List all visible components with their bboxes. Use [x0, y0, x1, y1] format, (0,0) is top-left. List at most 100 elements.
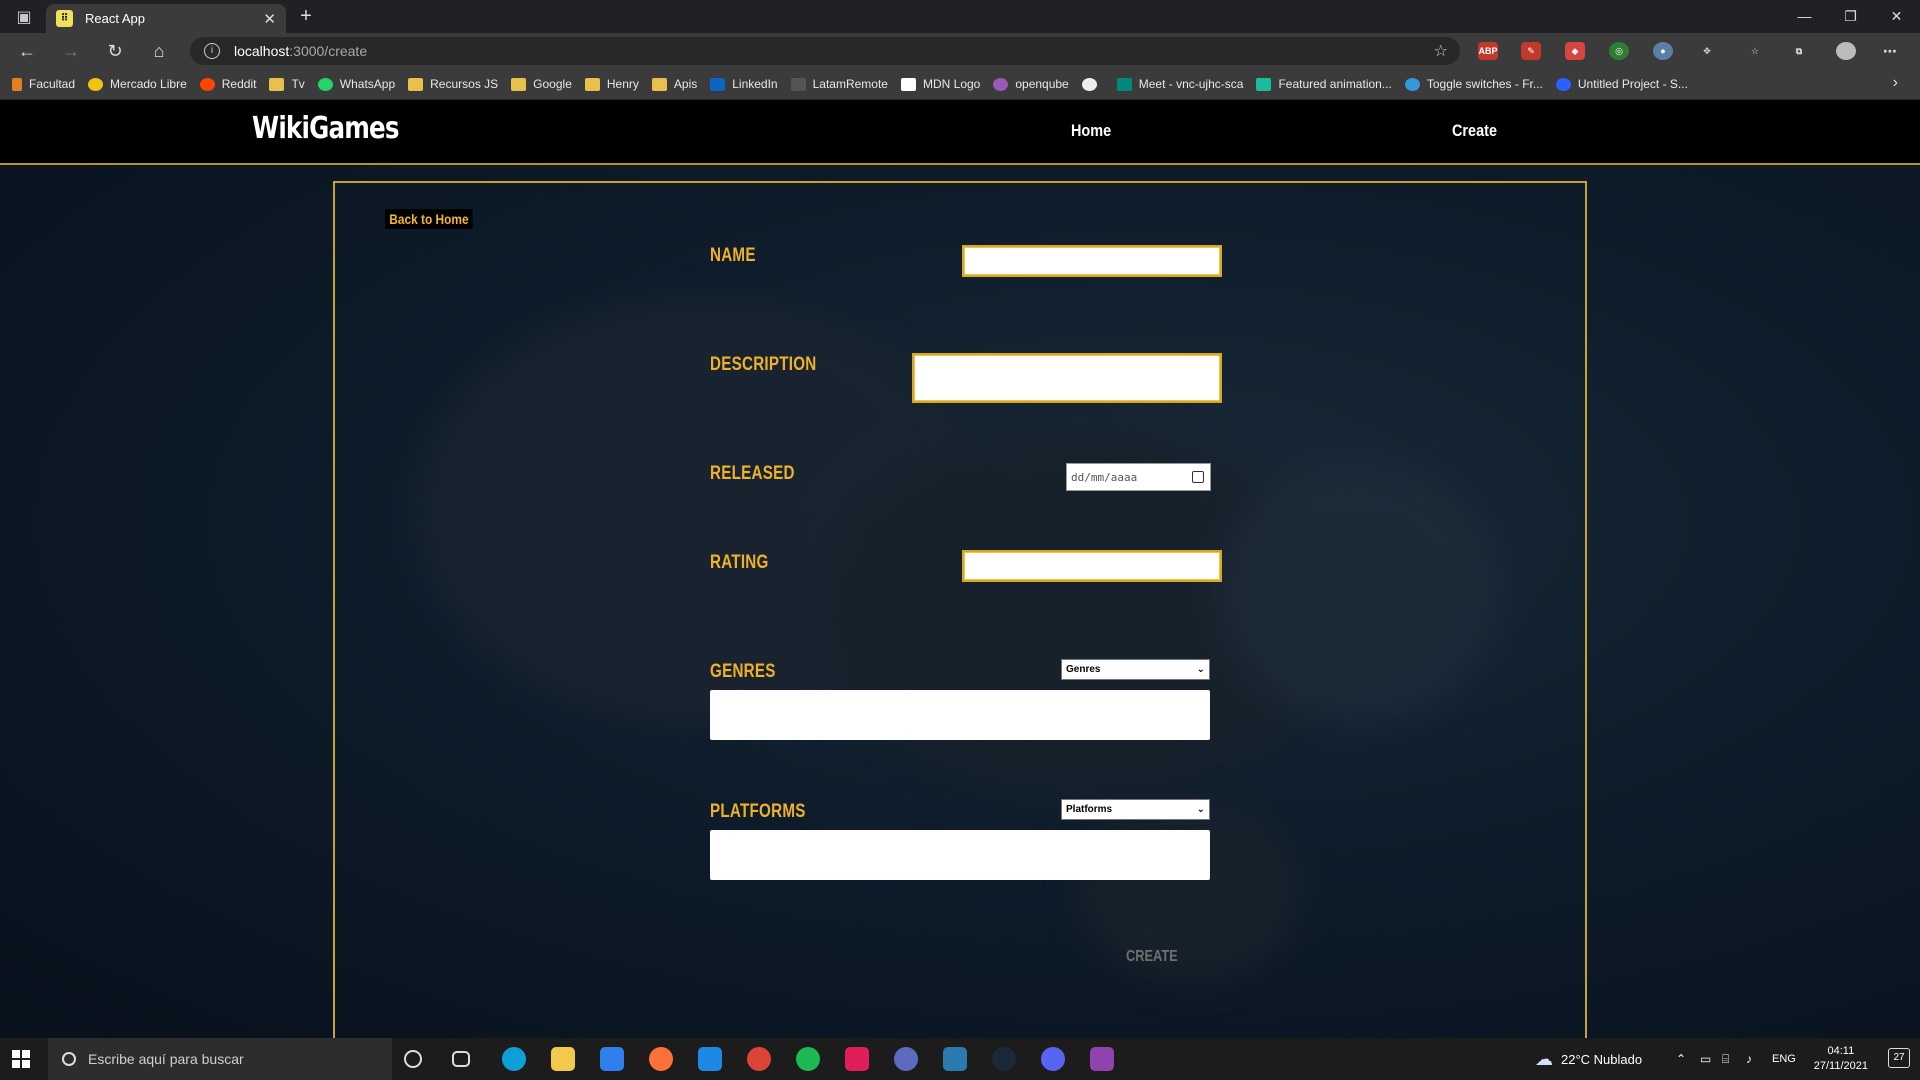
bookmark-github[interactable] [1081, 77, 1104, 91]
favorites-icon[interactable]: ☆ [1745, 42, 1765, 60]
back-to-home-button[interactable]: Back to Home [385, 209, 473, 229]
forward-arrow-icon[interactable]: → [58, 39, 84, 63]
system-clock[interactable]: 04:11 27/11/2021 [1814, 1044, 1868, 1074]
tray-overflow-icon[interactable]: ⌃ [1676, 1038, 1686, 1080]
slack-icon[interactable] [845, 1047, 869, 1071]
bookmark-whatsapp[interactable]: WhatsApp [317, 77, 395, 91]
bookmark-apis[interactable]: Apis [651, 77, 697, 91]
address-bar[interactable]: i localhost :3000/create ☆ [190, 37, 1460, 65]
mail-icon[interactable] [600, 1047, 624, 1071]
close-window-icon[interactable]: ✕ [1874, 0, 1919, 33]
url-path: :3000/create [289, 43, 368, 59]
chevron-right-icon[interactable]: › [1893, 74, 1898, 92]
clock-date: 27/11/2021 [1813, 1060, 1868, 1072]
released-label: RELEASED [710, 463, 795, 484]
extension-icon[interactable]: ● [1653, 42, 1673, 60]
site-info-icon[interactable]: i [204, 43, 220, 59]
windows-start-icon[interactable] [12, 1050, 30, 1068]
tab-actions-icon[interactable]: ▣ [14, 8, 34, 26]
back-arrow-icon[interactable]: ← [14, 39, 40, 63]
firefox-icon[interactable] [649, 1047, 673, 1071]
cloud-icon: ☁ [1535, 1048, 1553, 1069]
restore-icon[interactable]: ❐ [1828, 0, 1873, 33]
clock-time: 04:11 [1827, 1045, 1855, 1057]
volume-icon[interactable]: ♪ [1746, 1038, 1752, 1080]
spotify-icon[interactable] [796, 1047, 820, 1071]
react-app-favicon-icon: ⠿ [56, 10, 73, 27]
weather-widget[interactable]: ☁ 22°C Nublado [1535, 1038, 1642, 1080]
task-view-icon[interactable] [452, 1051, 470, 1067]
bookmarks-bar: Facultad Mercado Libre Reddit Tv WhatsAp… [0, 69, 1920, 100]
cortana-icon[interactable] [404, 1050, 422, 1068]
linkedin-icon [710, 77, 726, 91]
description-label: DESCRIPTION [710, 354, 817, 375]
bookmark-toggle-switches[interactable]: Toggle switches - Fr... [1404, 77, 1543, 91]
released-date-input[interactable]: dd/mm/aaaa [1066, 463, 1211, 491]
extension-icon[interactable]: ◎ [1609, 42, 1629, 60]
nav-home-link[interactable]: Home [1071, 121, 1111, 141]
language-indicator[interactable]: ENG [1772, 1038, 1796, 1080]
collections-icon[interactable]: ⧉ [1789, 42, 1809, 60]
add-favorite-icon[interactable]: ☆ [1434, 41, 1448, 61]
app-icon[interactable] [894, 1047, 918, 1071]
bookmark-untitled-project[interactable]: Untitled Project - S... [1555, 77, 1688, 91]
genres-select[interactable]: Genres ⌄ [1061, 659, 1210, 680]
bookmark-recursos-js[interactable]: Recursos JS [408, 77, 498, 91]
bookmark-linkedin[interactable]: LinkedIn [710, 77, 778, 91]
bookmark-reddit[interactable]: Reddit [199, 77, 256, 91]
platforms-select-value: Platforms [1066, 804, 1113, 815]
toggle-icon [1404, 77, 1420, 91]
bookmark-facultad[interactable]: Facultad [12, 77, 75, 91]
discord-icon[interactable] [1041, 1047, 1065, 1071]
facultad-icon [12, 77, 22, 91]
extension-icon[interactable]: ✎ [1521, 42, 1541, 60]
edge-icon[interactable] [502, 1047, 526, 1071]
create-form-container: Back to Home NAME DESCRIPTION RELEASED d… [333, 181, 1587, 1038]
extension-icon[interactable]: ◆ [1565, 42, 1585, 60]
bookmark-meet[interactable]: Meet - vnc-ujhc-sca [1116, 77, 1243, 91]
more-menu-icon[interactable]: ⋯ [1880, 42, 1900, 60]
folder-icon [584, 77, 600, 91]
adblock-extension-icon[interactable]: ABP [1478, 42, 1498, 60]
selected-genres-box [710, 690, 1210, 740]
minimize-icon[interactable]: — [1782, 0, 1827, 33]
tab-react-app[interactable]: ⠿ React App ✕ [46, 4, 286, 33]
mercado-libre-icon [88, 77, 104, 91]
chrome-icon[interactable] [747, 1047, 771, 1071]
bookmark-featured-animation[interactable]: Featured animation... [1256, 77, 1392, 91]
network-icon[interactable]: ▭ [1700, 1038, 1711, 1080]
search-placeholder: Escribe aquí para buscar [88, 1051, 244, 1067]
bookmark-mdn-logo[interactable]: MDN Logo [900, 77, 980, 91]
nav-create-link[interactable]: Create [1452, 121, 1497, 141]
brand-logo[interactable]: WikiGames [252, 111, 400, 146]
refresh-icon[interactable]: ↻ [102, 39, 128, 63]
calendar-icon[interactable] [1192, 471, 1204, 483]
platforms-select[interactable]: Platforms ⌄ [1061, 799, 1210, 820]
name-input[interactable] [962, 245, 1222, 277]
home-icon[interactable]: ⌂ [146, 39, 172, 63]
wifi-icon[interactable]: ⌸ [1722, 1038, 1729, 1080]
vscode-icon[interactable] [698, 1047, 722, 1071]
bookmark-henry[interactable]: Henry [584, 77, 639, 91]
bookmark-tv[interactable]: Tv [269, 77, 305, 91]
new-tab-button[interactable]: + [294, 4, 318, 28]
genres-select-value: Genres [1066, 664, 1101, 675]
extensions-puzzle-icon[interactable]: ✥ [1697, 42, 1717, 60]
selected-platforms-box [710, 830, 1210, 880]
close-tab-icon[interactable]: ✕ [263, 10, 276, 28]
create-button[interactable]: CREATE [1126, 948, 1178, 966]
bookmark-mercado-libre[interactable]: Mercado Libre [88, 77, 187, 91]
folder-icon [408, 77, 424, 91]
file-explorer-icon[interactable] [551, 1047, 575, 1071]
description-textarea[interactable] [912, 353, 1222, 403]
app-icon[interactable] [1090, 1047, 1114, 1071]
steam-icon[interactable] [992, 1047, 1016, 1071]
bookmark-latamremote[interactable]: LatamRemote [790, 77, 888, 91]
bookmark-google[interactable]: Google [511, 77, 572, 91]
video-app-icon[interactable] [943, 1047, 967, 1071]
profile-avatar-icon[interactable] [1836, 42, 1856, 60]
rating-input[interactable] [962, 550, 1222, 582]
notifications-icon[interactable]: 27 [1888, 1048, 1910, 1068]
taskbar-search[interactable]: Escribe aquí para buscar [48, 1038, 392, 1080]
bookmark-openqube[interactable]: openqube [993, 77, 1069, 91]
